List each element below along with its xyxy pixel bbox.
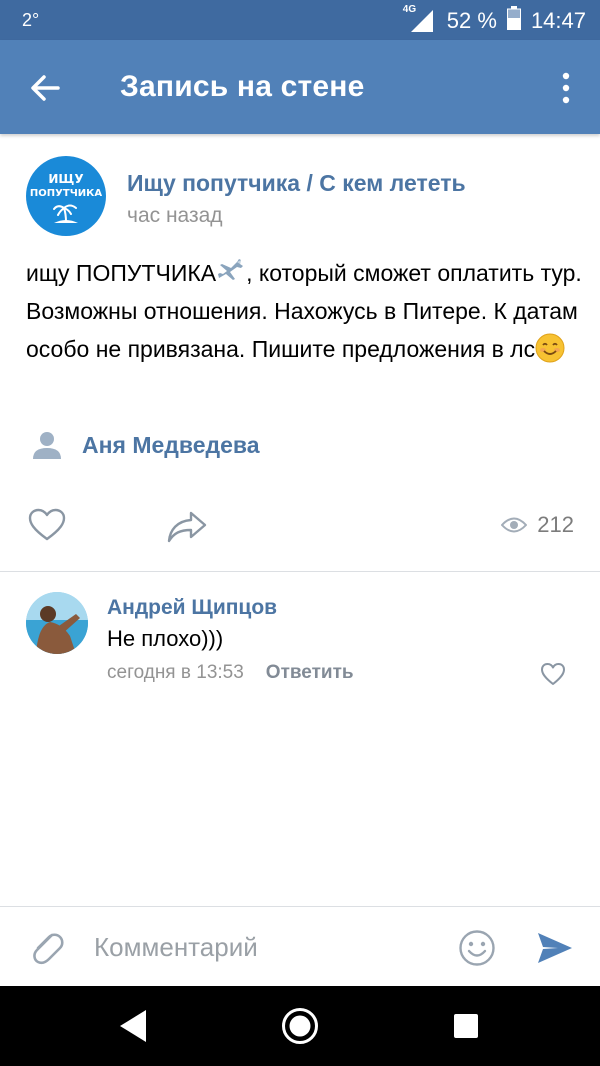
- app-bar: Запись на стене: [0, 40, 600, 134]
- comment-meta: сегодня в 13:53 Ответить: [107, 662, 354, 684]
- network-type: 4G: [402, 4, 417, 15]
- emoji-smile-icon[interactable]: [458, 929, 496, 967]
- status-bar: 2° 4G 52 % 14:47: [0, 0, 600, 40]
- views-counter: 212: [501, 512, 574, 538]
- avatar-text-line1: ИЩУ: [48, 172, 84, 186]
- post-time: час назад: [127, 204, 223, 227]
- more-vertical-icon[interactable]: [556, 70, 576, 106]
- like-heart-icon[interactable]: [28, 508, 66, 542]
- paperclip-icon[interactable]: [28, 927, 66, 967]
- share-icon[interactable]: [166, 510, 208, 544]
- group-name-link[interactable]: Ищу попутчика / С кем лететь: [127, 170, 466, 197]
- back-arrow-icon[interactable]: [28, 70, 64, 106]
- temperature-indicator: 2°: [22, 10, 40, 30]
- post-author[interactable]: Аня Медведева: [32, 430, 260, 460]
- page-title: Запись на стене: [120, 70, 365, 103]
- comment-composer: [0, 906, 600, 986]
- views-count: 212: [537, 512, 574, 537]
- clock: 14:47: [530, 8, 586, 33]
- post-actions: 212: [0, 504, 600, 548]
- avatar-text-line2: ПОПУТЧИКА: [29, 188, 103, 199]
- battery-percent: 52 %: [446, 8, 497, 33]
- smiling-emoji-icon: [535, 333, 565, 363]
- post-author-name: Аня Медведева: [82, 431, 260, 458]
- palm-island-icon: [53, 204, 78, 223]
- signal-icon: 4G: [403, 4, 437, 34]
- send-icon[interactable]: [536, 929, 574, 967]
- post-text-part1: ищу ПОПУТЧИКА: [26, 260, 217, 286]
- commenter-avatar[interactable]: [26, 592, 88, 654]
- eye-icon: [501, 517, 528, 533]
- nav-home-icon[interactable]: [280, 1006, 320, 1046]
- comment-text: Не плохо))): [107, 626, 224, 651]
- reply-button[interactable]: Ответить: [266, 662, 354, 684]
- comment-time: сегодня в 13:53: [107, 662, 244, 683]
- comment-like-heart-icon[interactable]: [540, 662, 566, 686]
- divider: [0, 571, 600, 572]
- airplane-emoji-icon: [218, 259, 244, 280]
- android-navigation-bar: [0, 986, 600, 1066]
- post-text: ищу ПОПУТЧИКА, который сможет оплатить т…: [26, 254, 586, 368]
- battery-icon: [506, 6, 521, 36]
- user-icon: [33, 432, 61, 459]
- group-avatar[interactable]: ИЩУ ПОПУТЧИКА: [26, 156, 106, 236]
- nav-back-icon[interactable]: [114, 1006, 154, 1046]
- nav-recents-icon[interactable]: [446, 1006, 486, 1046]
- commenter-name[interactable]: Андрей Щипцов: [107, 596, 277, 620]
- comment-input[interactable]: [94, 929, 434, 965]
